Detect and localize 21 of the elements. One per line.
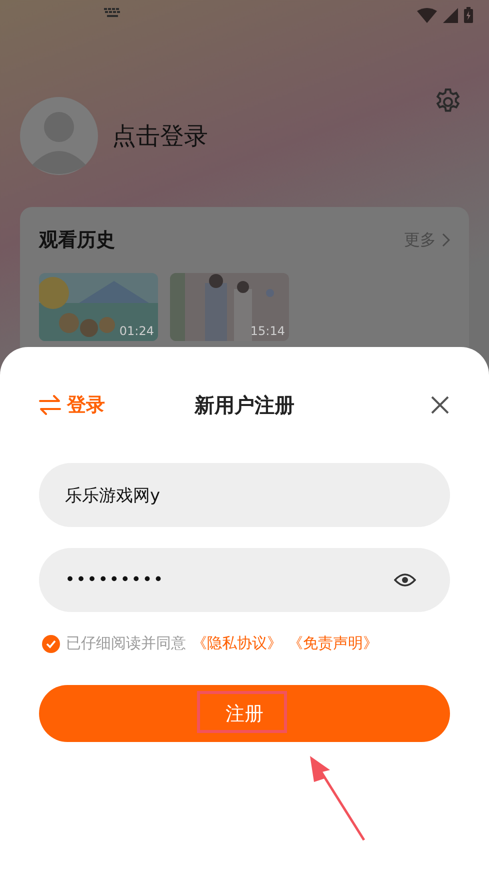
eye-icon[interactable]	[394, 573, 416, 587]
video-duration: 01:24	[119, 324, 154, 338]
login-link[interactable]: 登录	[67, 392, 105, 418]
keyboard-icon	[104, 8, 121, 18]
login-prompt[interactable]: 点击登录	[112, 120, 208, 152]
wifi-icon	[417, 8, 437, 22]
swap-icon[interactable]	[39, 395, 61, 415]
username-field[interactable]: 乐乐游戏网y	[39, 463, 450, 527]
register-button[interactable]: 注册	[39, 685, 450, 742]
agreement-link[interactable]: 《免责声明》	[288, 634, 378, 653]
chevron-right-icon[interactable]	[442, 233, 450, 247]
section-title: 观看历史	[39, 228, 115, 253]
close-icon[interactable]	[430, 395, 450, 415]
agreement-link[interactable]: 《隐私协议》	[192, 634, 282, 653]
agreement-text: 已仔细阅读并同意	[66, 634, 186, 653]
battery-icon	[464, 7, 473, 23]
video-duration: 15:14	[250, 324, 285, 338]
signal-icon	[443, 8, 458, 22]
agree-checkbox[interactable]	[42, 634, 60, 652]
password-field[interactable]: •••••••••	[39, 548, 450, 612]
sheet-title: 新用户注册	[193, 392, 296, 418]
